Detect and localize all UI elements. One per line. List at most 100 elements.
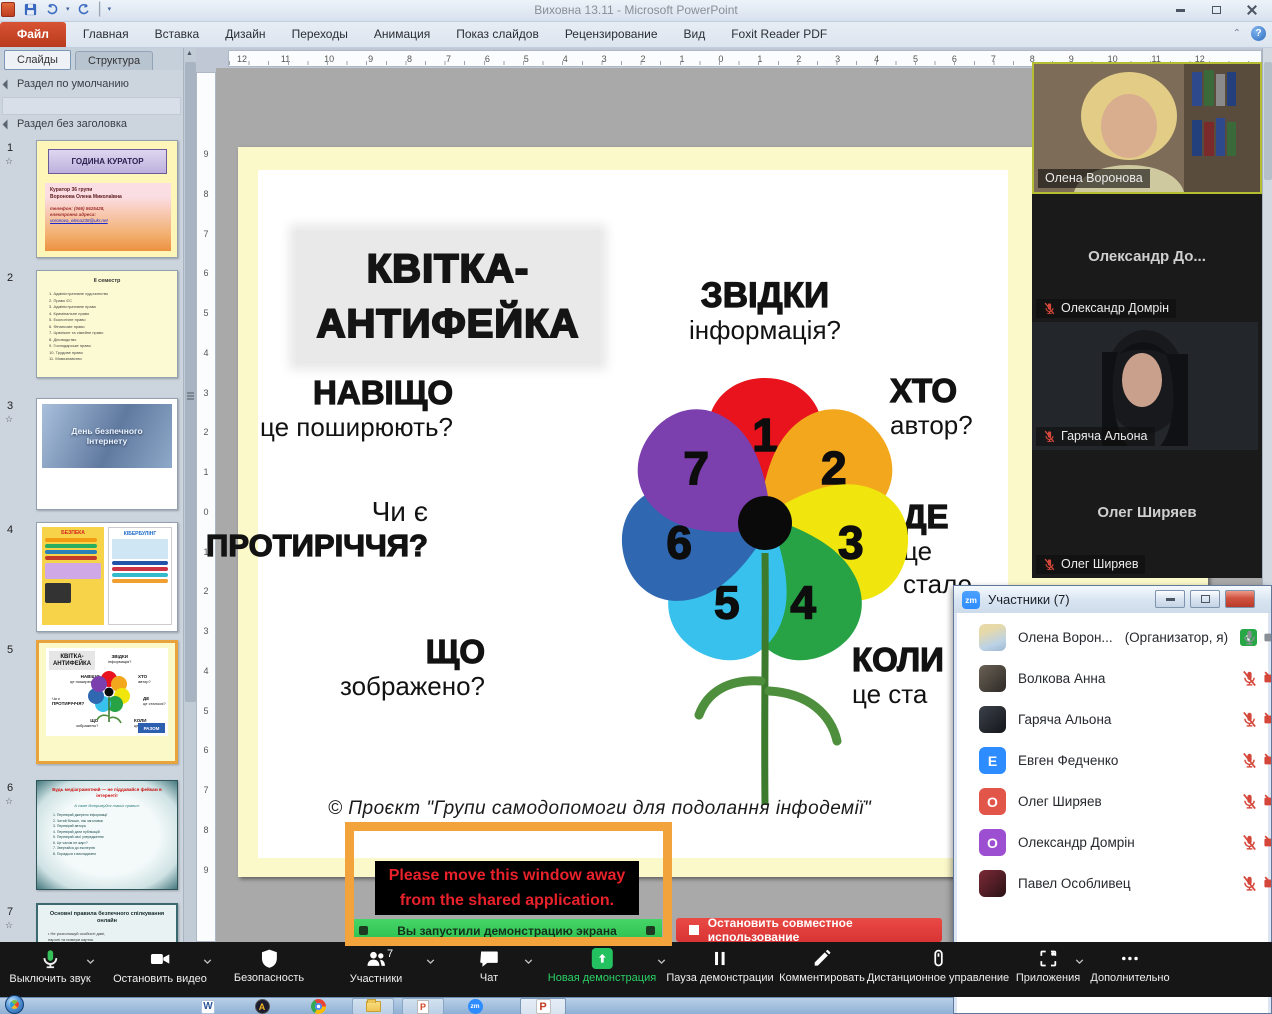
thumbnail-slide-4[interactable]: БЕЗПЕКА КІБЕРБУЛІНГ xyxy=(36,522,178,632)
redo-button[interactable] xyxy=(76,1,92,17)
close-button[interactable] xyxy=(1240,3,1264,17)
annotate-button[interactable]: Комментировать xyxy=(779,948,865,984)
camera-off-icon[interactable] xyxy=(1263,834,1272,851)
camera-off-icon[interactable] xyxy=(1263,793,1272,810)
animation-star-icon: ☆ xyxy=(5,796,13,807)
panel-maximize-button[interactable] xyxy=(1190,590,1220,608)
apps-chevron-icon[interactable] xyxy=(1073,955,1086,968)
razom-logo: РАЗОМ xyxy=(138,723,165,733)
scrollbar-thumb[interactable] xyxy=(185,62,196,702)
label-shcho: ЩО зображено? xyxy=(340,634,485,703)
camera-off-icon[interactable] xyxy=(1263,670,1272,687)
tab-slideshow[interactable]: Показ слайдов xyxy=(443,22,552,47)
participant-row[interactable]: Волкова Анна xyxy=(957,658,1268,699)
pause-share-button[interactable]: Пауза демонстрации xyxy=(666,948,773,984)
participants-chevron-icon[interactable] xyxy=(424,955,437,968)
mic-off-icon[interactable] xyxy=(1241,793,1258,810)
mic-off-icon[interactable] xyxy=(1241,834,1258,851)
video-name-label: Олена Воронова xyxy=(1038,169,1150,188)
mic-off-icon[interactable] xyxy=(1241,875,1258,892)
participant-row[interactable]: О Олег Ширяев xyxy=(957,781,1268,822)
taskbar-zoom-icon[interactable]: zm xyxy=(462,998,488,1014)
camera-off-icon[interactable] xyxy=(1263,752,1272,769)
video-tile-alona[interactable]: Гаряча Альона xyxy=(1032,322,1262,450)
share-screen-icon xyxy=(591,948,612,969)
participants-button[interactable]: Участники xyxy=(350,948,403,985)
participants-icon xyxy=(365,948,388,970)
tab-outline[interactable]: Структура xyxy=(75,51,153,70)
section-header-default[interactable]: Раздел по умолчанию xyxy=(4,78,129,90)
slide-scrollbar[interactable] xyxy=(1262,48,1272,585)
thumbnail-slide-1[interactable]: ГОДИНА КУРАТОР Куратор 36 групи Воронова… xyxy=(36,140,178,258)
video-options-chevron-icon[interactable] xyxy=(201,955,214,968)
participants-titlebar[interactable]: zm Участники (7) xyxy=(954,586,1271,613)
tab-design[interactable]: Дизайн xyxy=(212,22,278,47)
participant-row[interactable]: Гаряча Альона xyxy=(957,699,1268,740)
tab-review[interactable]: Рецензирование xyxy=(552,22,671,47)
new-share-button[interactable]: Новая демонстрация xyxy=(548,948,656,984)
section-header-untitled[interactable]: Раздел без заголовка xyxy=(4,118,127,130)
chat-chevron-icon[interactable] xyxy=(522,955,535,968)
video-tile-shiryaev[interactable]: Олег Ширяев Олег Ширяев xyxy=(1032,450,1262,578)
mic-off-icon[interactable] xyxy=(1241,711,1258,728)
participant-row[interactable]: О Олександр Домрін xyxy=(957,822,1268,863)
tab-animations[interactable]: Анимация xyxy=(361,22,443,47)
camera-off-icon[interactable] xyxy=(1263,711,1272,728)
apps-button[interactable]: Приложения xyxy=(1016,948,1080,984)
zoom-toolbar: Выключить звук Остановить видео Безопасн… xyxy=(0,942,1272,997)
mute-button[interactable]: Выключить звук xyxy=(9,948,90,985)
help-icon[interactable]: ? xyxy=(1251,26,1266,41)
more-options-button[interactable]: Дополнительно xyxy=(1090,948,1169,984)
thumbnail-slide-2[interactable]: ІІ семестр 1. Адміністративне судочинств… xyxy=(36,270,178,378)
participant-row[interactable]: Олена Ворон... (Организатор, я) xyxy=(957,617,1268,658)
taskbar-avg-icon[interactable]: A xyxy=(250,998,274,1014)
avatar xyxy=(979,706,1006,733)
thumbnail-slide-3[interactable]: День безпечного Інтернету xyxy=(36,398,178,510)
video-tile-olena[interactable]: Олена Воронова xyxy=(1032,62,1262,194)
thumbnail-scrollbar[interactable]: ▲ xyxy=(183,48,196,942)
flower-center xyxy=(738,496,792,550)
remote-control-button[interactable]: Дистанционное управление xyxy=(867,948,1009,984)
section-collapse-icon xyxy=(3,119,13,129)
tab-slides[interactable]: Слайды xyxy=(4,50,71,70)
tab-insert[interactable]: Вставка xyxy=(142,22,213,47)
start-button[interactable] xyxy=(5,995,24,1014)
pencil-icon xyxy=(811,948,832,969)
minimize-button[interactable] xyxy=(1168,3,1192,17)
mic-off-icon[interactable] xyxy=(1241,670,1258,687)
mic-icon[interactable] xyxy=(1241,629,1258,646)
mic-options-chevron-icon[interactable] xyxy=(84,955,97,968)
security-button[interactable]: Безопасность xyxy=(234,948,304,984)
chat-icon xyxy=(479,948,500,969)
minimize-ribbon-icon[interactable]: ⌃ xyxy=(1233,28,1241,39)
thumbnail-slide-5-current[interactable]: КВІТКА-АНТИФЕЙКА ЗВІДКИінформація? НАВІЩ… xyxy=(36,640,178,764)
restore-button[interactable] xyxy=(1204,3,1228,17)
tab-file[interactable]: Файл xyxy=(0,22,66,47)
taskbar-powerpoint-icon[interactable]: P xyxy=(520,998,566,1014)
avatar xyxy=(979,665,1006,692)
camera-icon[interactable] xyxy=(1263,629,1272,646)
tab-foxit[interactable]: Foxit Reader PDF xyxy=(718,22,840,47)
chat-button[interactable]: Чат xyxy=(479,948,500,984)
thumbnail-slide-6[interactable]: Будь медіаграмотний — не піддавайся фейк… xyxy=(36,780,178,890)
stop-video-button[interactable]: Остановить видео xyxy=(113,948,207,985)
mic-off-icon[interactable] xyxy=(1241,752,1258,769)
participants-title: Участники (7) xyxy=(988,592,1070,607)
tab-transitions[interactable]: Переходы xyxy=(279,22,361,47)
svg-text:1: 1 xyxy=(752,409,778,461)
participant-row[interactable]: Е Евген Федченко xyxy=(957,740,1268,781)
taskbar-explorer-icon[interactable] xyxy=(352,998,394,1014)
scroll-up-icon[interactable]: ▲ xyxy=(186,50,193,57)
stop-icon xyxy=(689,925,699,935)
tab-view[interactable]: Вид xyxy=(671,22,719,47)
panel-minimize-button[interactable] xyxy=(1155,590,1185,608)
taskbar-ppt-viewer-icon[interactable]: P xyxy=(402,998,444,1014)
video-tile-domrin[interactable]: Олександр До... Олександр Домрін xyxy=(1032,194,1262,322)
taskbar-chrome-icon[interactable] xyxy=(306,998,330,1014)
camera-off-icon[interactable] xyxy=(1263,875,1272,892)
taskbar-word-icon[interactable]: W xyxy=(196,998,220,1014)
panel-close-button[interactable] xyxy=(1225,590,1255,608)
tab-home[interactable]: Главная xyxy=(70,22,142,47)
participant-row[interactable]: Павел Особливец xyxy=(957,863,1268,904)
stop-share-button[interactable]: Остановить совместное использование xyxy=(676,918,942,942)
